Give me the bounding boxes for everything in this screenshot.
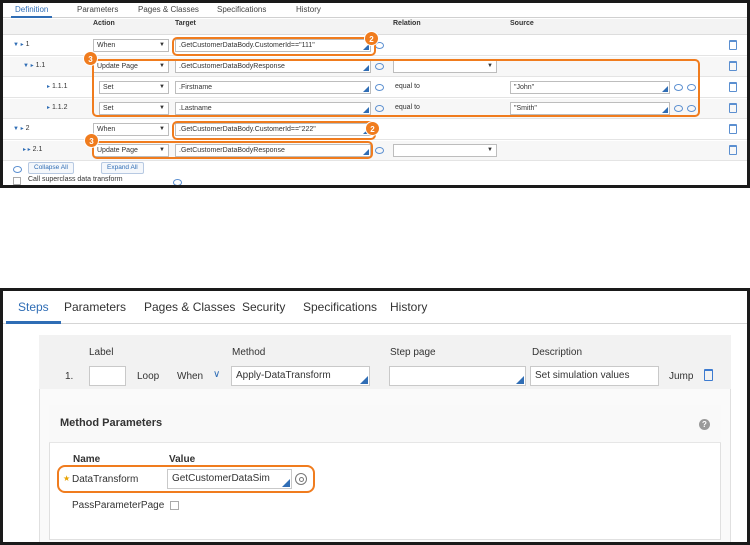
chevron-down-icon: ▼ [159, 126, 165, 132]
tab-security[interactable]: Security [242, 300, 285, 314]
column-header-relation: Relation [393, 20, 421, 27]
action-select[interactable]: When ▼ [93, 39, 169, 52]
chevron-down-icon[interactable]: ∨ [213, 369, 220, 380]
loop-link[interactable]: Loop [137, 371, 159, 382]
tab-bar: Steps Parameters Pages & Classes Securit… [3, 291, 747, 324]
tab-history[interactable]: History [390, 300, 427, 314]
row-number: 1.1.2 [51, 104, 68, 111]
passparameterpage-checkbox[interactable] [170, 501, 179, 510]
tab-specifications[interactable]: Specifications [217, 5, 266, 14]
highlight-box [57, 465, 315, 493]
collapse-arrow-icon[interactable]: ▼ ▸ [13, 42, 24, 48]
info-icon[interactable] [173, 179, 182, 185]
param-name-passparameterpage: PassParameterPage [72, 500, 165, 511]
delete-icon[interactable] [704, 369, 713, 381]
column-header-action: Action [93, 20, 115, 27]
callout-badge: 2 [365, 121, 380, 136]
row-arrow-icon[interactable]: ▸ [47, 84, 50, 90]
tab-parameters[interactable]: Parameters [77, 5, 118, 14]
tab-bar: Definition Parameters Pages & Classes Sp… [3, 3, 747, 18]
column-header-target: Target [175, 20, 196, 27]
superclass-checkbox[interactable] [13, 177, 21, 185]
chevron-down-icon: ▼ [159, 42, 165, 48]
tab-pages-classes[interactable]: Pages & Classes [138, 5, 199, 14]
jump-link[interactable]: Jump [669, 371, 693, 382]
column-name: Name [73, 454, 101, 465]
action-select[interactable]: When ▼ [93, 123, 169, 136]
delete-icon[interactable] [729, 40, 737, 50]
header-description: Description [532, 347, 583, 358]
open-icon[interactable] [375, 147, 384, 154]
chevron-down-icon: ▼ [487, 147, 493, 153]
column-header-source: Source [510, 20, 534, 27]
row-number: 1.1.1 [51, 83, 68, 90]
row-arrow-icon[interactable]: ▸ ▸ [23, 147, 31, 153]
tab-definition[interactable]: Definition [10, 5, 53, 18]
tab-pages-classes[interactable]: Pages & Classes [144, 300, 235, 314]
description-input[interactable]: Set simulation values [530, 366, 659, 386]
callout-badge: 3 [84, 133, 99, 148]
tab-parameters[interactable]: Parameters [64, 300, 126, 314]
column-value: Value [169, 454, 196, 465]
highlight-box [92, 141, 373, 159]
delete-icon[interactable] [729, 145, 737, 155]
autocomplete-icon [360, 376, 368, 384]
help-icon[interactable]: ? [699, 419, 710, 430]
highlight-box [172, 37, 376, 56]
collapse-all-button[interactable]: Collapse All [28, 162, 74, 174]
method-parameters-title: Method Parameters [60, 417, 163, 429]
collapse-arrow-icon[interactable]: ▼ ▸ [13, 126, 24, 132]
step-page-input[interactable] [389, 366, 526, 386]
delete-icon[interactable] [729, 82, 737, 92]
delete-icon[interactable] [729, 124, 737, 134]
step-number: 1. [65, 371, 74, 382]
highlight-box [92, 59, 700, 117]
header-step-page: Step page [390, 347, 436, 358]
activity-steps-screenshot: Steps Parameters Pages & Classes Securit… [0, 288, 750, 545]
relation-select[interactable]: ▼ [393, 144, 497, 157]
callout-badge: 2 [364, 31, 379, 46]
highlight-box [172, 121, 376, 140]
header-method: Method [232, 347, 266, 358]
delete-icon[interactable] [729, 61, 737, 71]
row-arrow-icon[interactable]: ▸ [47, 105, 50, 111]
row-number: 1 [25, 41, 30, 48]
expand-all-button[interactable]: Expand All [101, 162, 144, 174]
row-number: 2 [25, 125, 30, 132]
delete-icon[interactable] [729, 103, 737, 113]
data-transform-screenshot: Definition Parameters Pages & Classes Sp… [0, 0, 750, 188]
header-label: Label [89, 347, 114, 358]
method-input[interactable]: Apply-DataTransform [231, 366, 370, 386]
collapse-arrow-icon[interactable]: ▼ ▸ [23, 63, 34, 69]
label-input[interactable] [89, 366, 126, 386]
add-row-icon[interactable] [13, 166, 22, 173]
row-number: 1.1 [35, 62, 46, 69]
tab-specifications[interactable]: Specifications [303, 300, 377, 314]
autocomplete-icon [516, 376, 524, 384]
row-number: 2.1 [32, 146, 43, 153]
tab-steps[interactable]: Steps [6, 300, 61, 324]
callout-badge: 3 [83, 51, 98, 66]
when-link[interactable]: When [177, 371, 203, 382]
superclass-label: Call superclass data transform [28, 176, 123, 183]
tab-history[interactable]: History [296, 5, 321, 14]
